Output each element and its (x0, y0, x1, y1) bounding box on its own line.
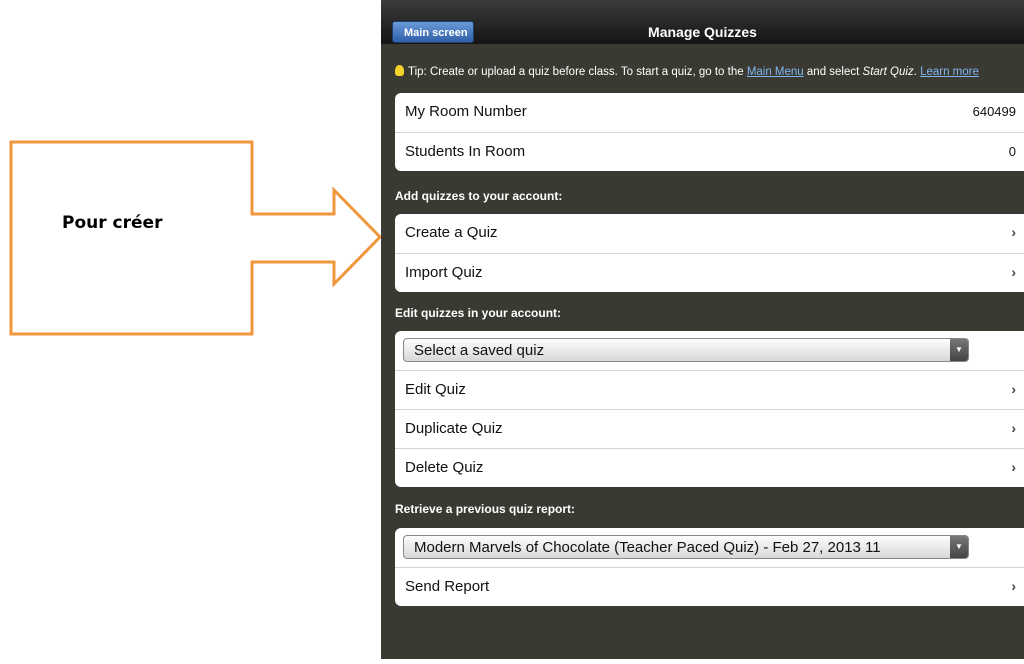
edit-quiz-label: Edit Quiz (405, 381, 466, 398)
chevron-right-icon: › (1011, 264, 1016, 280)
chevron-right-icon: › (1011, 420, 1016, 436)
tip-middle: and select (803, 66, 863, 78)
main-menu-link[interactable]: Main Menu (747, 66, 804, 78)
saved-quiz-select[interactable]: Select a saved quiz ▼ (403, 338, 969, 362)
chevron-right-icon: › (1011, 224, 1016, 240)
quiz-report-select[interactable]: Modern Marvels of Chocolate (Teacher Pac… (403, 535, 969, 559)
add-quizzes-heading: Add quizzes to your account: (395, 189, 563, 203)
add-quizzes-group: Create a Quiz › Import Quiz › (395, 214, 1024, 292)
room-number-value: 640499 (972, 104, 1016, 119)
edit-quiz-row[interactable]: Edit Quiz › (395, 370, 1024, 409)
tip-prefix: Tip: Create or upload a quiz before clas… (408, 66, 747, 78)
saved-quiz-select-value: Select a saved quiz (414, 342, 545, 359)
report-select-row: Modern Marvels of Chocolate (Teacher Pac… (395, 528, 1024, 567)
duplicate-quiz-row[interactable]: Duplicate Quiz › (395, 409, 1024, 448)
tip-text: Tip: Create or upload a quiz before clas… (395, 65, 979, 78)
students-in-room-value: 0 (1008, 144, 1016, 159)
chevron-right-icon: › (1011, 459, 1016, 475)
lightbulb-icon (395, 65, 404, 76)
send-report-label: Send Report (405, 578, 490, 595)
annotation-callout: Pour créer (0, 0, 390, 659)
app-panel: Main screen Manage Quizzes Tip: Create o… (381, 0, 1024, 659)
quiz-report-select-value: Modern Marvels of Chocolate (Teacher Pac… (414, 539, 881, 556)
callout-label: Pour créer (62, 213, 163, 233)
chevron-right-icon: › (1011, 381, 1016, 397)
create-quiz-label: Create a Quiz (405, 224, 498, 241)
room-number-row: My Room Number 640499 (395, 93, 1024, 132)
dropdown-arrow-icon: ▼ (950, 339, 968, 361)
delete-quiz-row[interactable]: Delete Quiz › (395, 448, 1024, 487)
students-in-room-label: Students In Room (405, 143, 526, 160)
send-report-row[interactable]: Send Report › (395, 567, 1024, 606)
delete-quiz-label: Delete Quiz (405, 459, 484, 476)
dropdown-arrow-icon: ▼ (950, 536, 968, 558)
import-quiz-row[interactable]: Import Quiz › (395, 253, 1024, 292)
room-info-group: My Room Number 640499 Students In Room 0 (395, 93, 1024, 171)
import-quiz-label: Import Quiz (405, 264, 483, 281)
learn-more-link[interactable]: Learn more (920, 66, 979, 78)
edit-quizzes-group: Select a saved quiz ▼ Edit Quiz › Duplic… (395, 331, 1024, 487)
navigation-bar: Main screen Manage Quizzes (381, 0, 1024, 44)
saved-quiz-select-row: Select a saved quiz ▼ (395, 331, 1024, 370)
report-group: Modern Marvels of Chocolate (Teacher Pac… (395, 528, 1024, 606)
create-quiz-row[interactable]: Create a Quiz › (395, 214, 1024, 253)
page-title: Manage Quizzes (648, 24, 757, 40)
edit-quizzes-heading: Edit quizzes in your account: (395, 306, 562, 320)
tip-start-quiz: Start Quiz (862, 66, 914, 78)
students-in-room-row: Students In Room 0 (395, 132, 1024, 171)
callout-arrow-shape (9, 140, 383, 336)
chevron-right-icon: › (1011, 578, 1016, 594)
room-number-label: My Room Number (405, 103, 527, 120)
duplicate-quiz-label: Duplicate Quiz (405, 420, 503, 437)
retrieve-report-heading: Retrieve a previous quiz report: (395, 502, 576, 516)
